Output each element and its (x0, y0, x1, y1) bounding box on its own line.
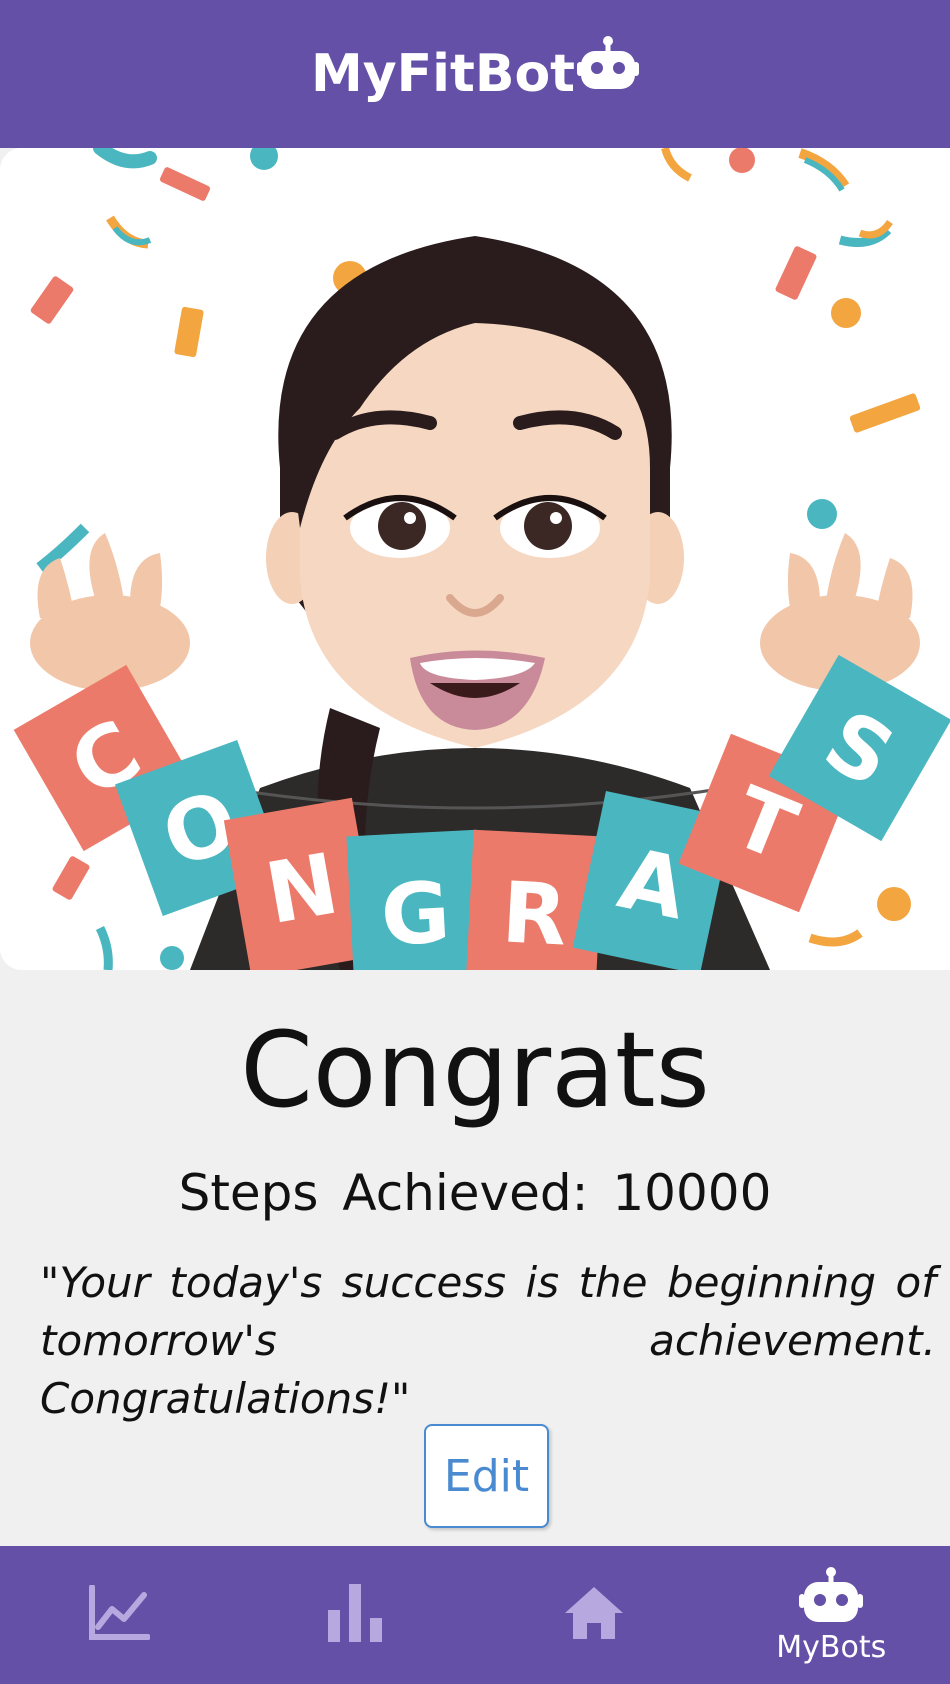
nav-item-trends[interactable] (0, 1546, 238, 1684)
home-icon (564, 1587, 623, 1643)
edit-button[interactable]: Edit (424, 1424, 549, 1528)
svg-text:G: G (379, 863, 453, 964)
steps-achieved-text: Steps Achieved: 10000 (178, 1164, 772, 1222)
bottom-nav: MyBots (0, 1546, 950, 1684)
svg-text:R: R (500, 863, 570, 964)
nav-item-home[interactable] (475, 1546, 713, 1684)
bar-chart-icon (328, 1584, 384, 1646)
nav-label-mybots: MyBots (776, 1629, 887, 1665)
congrats-image: C O N G R A T S (0, 148, 950, 970)
app-header: MyFitBot (0, 0, 950, 148)
app-screen: MyFitBot C O N G R A T S Congrats Steps … (0, 0, 950, 1684)
robot-icon (799, 1566, 864, 1628)
nav-item-mybots[interactable]: MyBots (713, 1546, 950, 1684)
line-chart-icon (88, 1584, 151, 1645)
app-brand: MyFitBot (310, 35, 640, 106)
robot-icon (577, 35, 640, 106)
motivational-quote: "Your today's success is the beginning o… (40, 1258, 936, 1423)
app-title: MyFitBot (310, 44, 576, 104)
nav-item-stats[interactable] (238, 1546, 476, 1684)
congrats-title: Congrats (240, 1009, 710, 1131)
